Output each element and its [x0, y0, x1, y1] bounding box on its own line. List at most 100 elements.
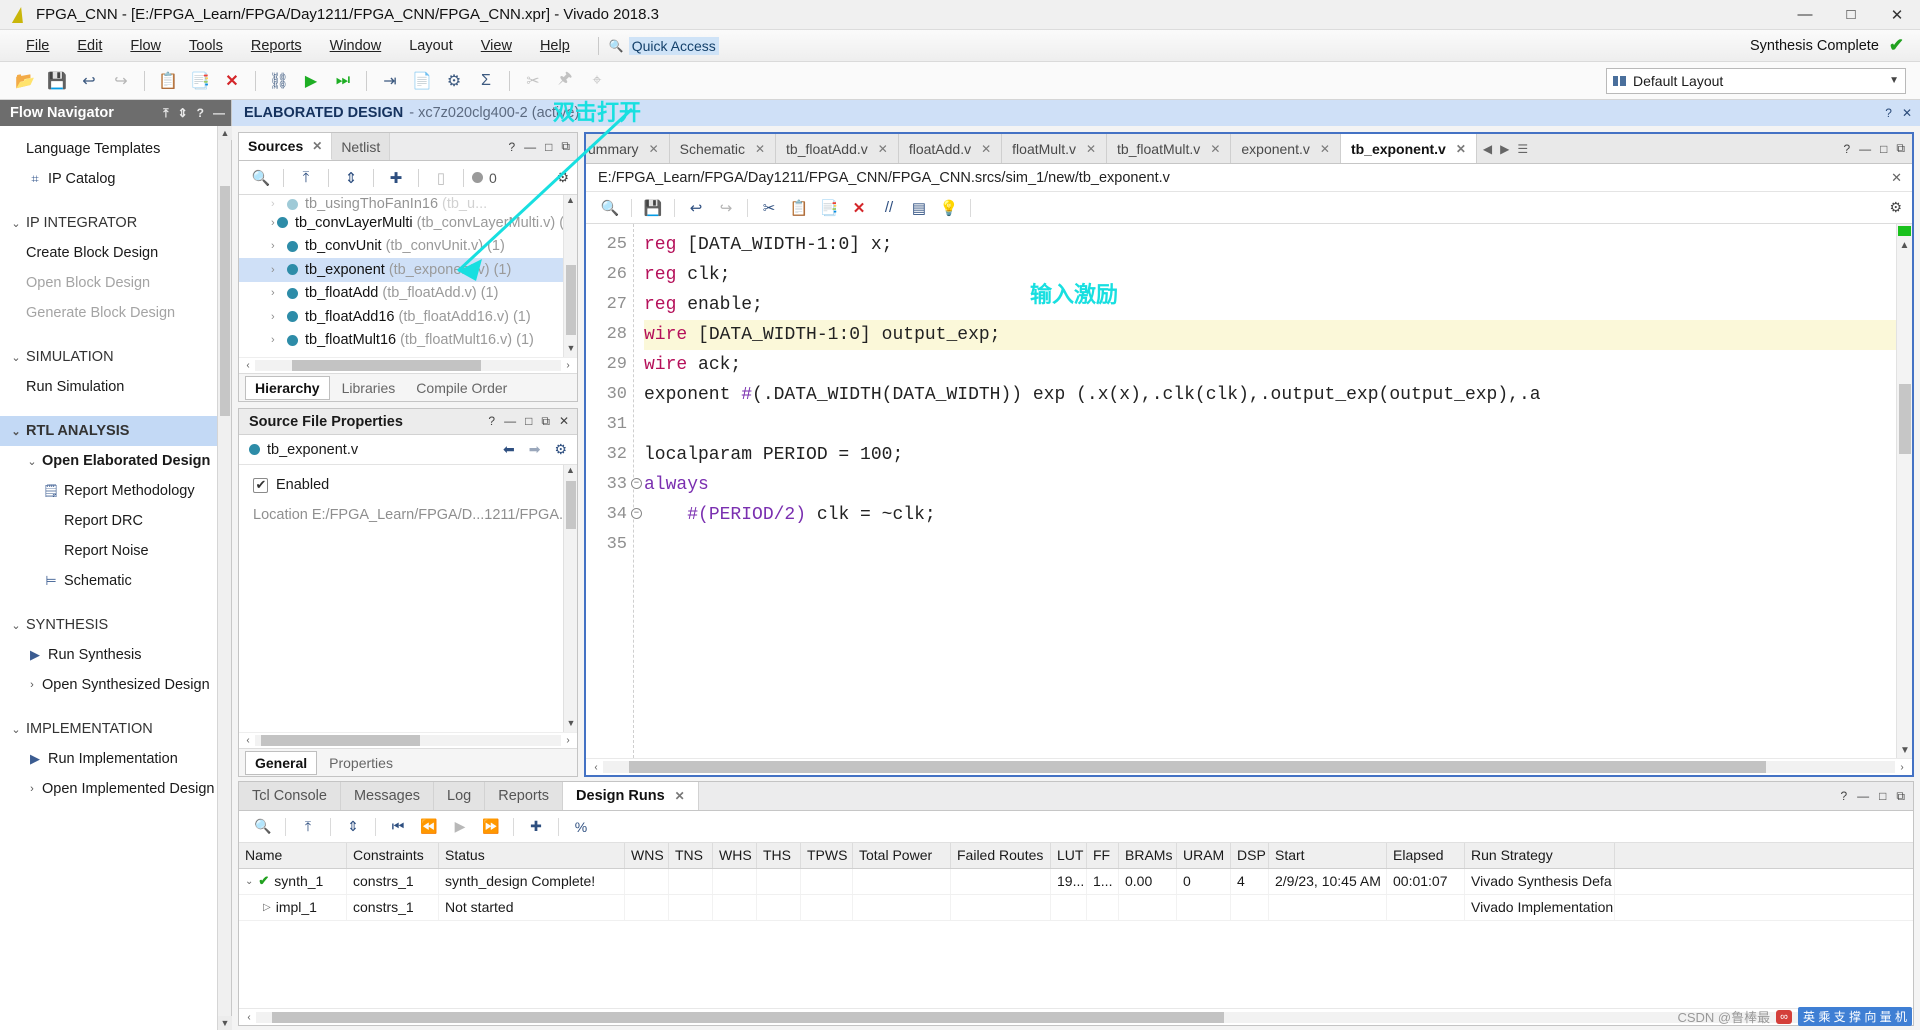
- scroll-down-icon[interactable]: ▼: [1897, 743, 1912, 758]
- close-button[interactable]: ✕: [1874, 0, 1920, 30]
- save-icon[interactable]: 💾: [42, 67, 72, 95]
- column-header-brams[interactable]: BRAMs: [1119, 843, 1177, 868]
- enabled-checkbox[interactable]: [253, 477, 268, 493]
- close-icon[interactable]: ✕: [1086, 142, 1096, 156]
- redo-icon[interactable]: ↪: [106, 67, 136, 95]
- tab-sources[interactable]: Sources ✕: [239, 133, 333, 160]
- scrollbar-thumb[interactable]: [291, 360, 482, 371]
- collapse-all-icon[interactable]: ⤒: [294, 814, 322, 840]
- scroll-left-icon[interactable]: ‹: [241, 735, 255, 746]
- run-icon[interactable]: ▶: [296, 67, 326, 95]
- column-header-status[interactable]: Status: [439, 843, 625, 868]
- tab-tcl-console[interactable]: Tcl Console: [239, 782, 341, 810]
- next-run-icon[interactable]: ⏩: [477, 814, 505, 840]
- help-icon[interactable]: ?: [508, 140, 515, 154]
- close-icon[interactable]: ✕: [1456, 142, 1466, 156]
- scrollbar-thumb[interactable]: [261, 735, 421, 746]
- tree-item-tb-exponent[interactable]: › tb_exponent (tb_exponent.v) (1): [239, 258, 577, 282]
- percent-icon[interactable]: %: [567, 814, 595, 840]
- tab-summary[interactable]: ummary ✕: [586, 134, 670, 163]
- close-icon[interactable]: ✕: [1902, 106, 1912, 120]
- code-line[interactable]: [644, 530, 1912, 560]
- scrollbar-thumb[interactable]: [628, 761, 1766, 773]
- tab-log[interactable]: Log: [434, 782, 486, 810]
- column-header-total-power[interactable]: Total Power: [853, 843, 951, 868]
- close-icon[interactable]: ✕: [1210, 142, 1220, 156]
- menu-tools[interactable]: Tools: [175, 35, 237, 57]
- search-icon[interactable]: 🔍: [249, 814, 277, 840]
- scroll-left-icon[interactable]: ‹: [242, 1012, 256, 1023]
- column-header-ths[interactable]: THS: [757, 843, 801, 868]
- column-header-dsp[interactable]: DSP: [1231, 843, 1269, 868]
- scrollbar-thumb[interactable]: [566, 481, 576, 529]
- quick-access-input[interactable]: Quick Access: [628, 36, 719, 55]
- help-icon[interactable]: ?: [1885, 106, 1892, 120]
- sidebar-item-report-drc[interactable]: Report DRC: [0, 506, 231, 536]
- close-icon[interactable]: ✕: [649, 142, 659, 156]
- first-run-icon[interactable]: ⏮: [384, 814, 412, 840]
- scrollbar-thumb[interactable]: [566, 265, 576, 335]
- tab-properties[interactable]: Properties: [320, 752, 402, 774]
- tab-exponent-v[interactable]: exponent.v ✕: [1231, 134, 1341, 163]
- open-project-icon[interactable]: 📂: [10, 67, 40, 95]
- save-icon[interactable]: 💾: [639, 195, 667, 221]
- hscrollbar-track[interactable]: [603, 761, 1895, 773]
- column-header-constraints[interactable]: Constraints: [347, 843, 439, 868]
- settings-gear-icon[interactable]: ⚙: [554, 441, 567, 458]
- minimize-panel-icon[interactable]: —: [504, 414, 516, 429]
- enabled-checkbox-row[interactable]: Enabled: [253, 477, 577, 493]
- menu-window[interactable]: Window: [316, 35, 396, 57]
- cell-name[interactable]: ▷ impl_1: [239, 895, 347, 920]
- paste-icon[interactable]: 📑: [815, 195, 843, 221]
- code-line-highlighted[interactable]: wire [DATA_WIDTH-1:0] output_exp;: [644, 320, 1912, 350]
- layout-selector[interactable]: Default Layout ▼: [1606, 67, 1906, 94]
- sidebar-section-synthesis[interactable]: ⌄ SYNTHESIS: [0, 610, 231, 640]
- help-icon[interactable]: ?: [1843, 142, 1850, 156]
- minimize-panel-icon[interactable]: —: [1859, 142, 1871, 156]
- help-icon[interactable]: ?: [1840, 789, 1847, 803]
- float-panel-icon[interactable]: ⧉: [1896, 141, 1905, 156]
- table-row[interactable]: › tb_floatMult16 (tb_floatMult16.v) (1): [239, 329, 577, 353]
- scroll-up-icon[interactable]: ▲: [218, 126, 232, 140]
- maximize-panel-icon[interactable]: □: [1879, 789, 1886, 803]
- tab-reports[interactable]: Reports: [485, 782, 564, 810]
- sidebar-item-open-synthesized-design[interactable]: › Open Synthesized Design: [0, 670, 231, 700]
- tab-libraries[interactable]: Libraries: [333, 377, 405, 399]
- float-panel-icon[interactable]: ⧉: [561, 139, 570, 154]
- design-runs-hscrollbar[interactable]: ‹ ›: [239, 1008, 1913, 1025]
- forward-icon[interactable]: ➡: [529, 441, 541, 458]
- table-row[interactable]: ⌄ ✔ synth_1 constrs_1 synth_design Compl…: [239, 869, 1913, 895]
- minimize-panel-icon[interactable]: —: [1857, 789, 1869, 803]
- report-icon[interactable]: 📄: [407, 67, 437, 95]
- maximize-button[interactable]: □: [1828, 0, 1874, 30]
- settings-gear-icon[interactable]: ⚙: [556, 169, 569, 186]
- expand-all-icon[interactable]: ⇕: [339, 814, 367, 840]
- run-icon[interactable]: ▶: [446, 814, 474, 840]
- column-header-whs[interactable]: WHS: [713, 843, 757, 868]
- column-header-run-strategy[interactable]: Run Strategy: [1465, 843, 1615, 868]
- float-panel-icon[interactable]: ⧉: [541, 414, 550, 429]
- run-step-icon[interactable]: ⏭: [328, 67, 358, 95]
- copy-icon[interactable]: 📋: [785, 195, 813, 221]
- sources-tree-scrollbar[interactable]: ▲ ▼: [563, 195, 577, 357]
- hscrollbar-track[interactable]: [255, 360, 561, 371]
- close-icon[interactable]: ✕: [675, 789, 685, 803]
- code-vscrollbar[interactable]: ▲ ▼: [1896, 224, 1912, 758]
- next-tab-icon[interactable]: ▶: [1500, 142, 1509, 156]
- column-header-tpws[interactable]: TPWS: [801, 843, 853, 868]
- scrollbar-thumb[interactable]: [272, 1011, 1224, 1023]
- sidebar-item-language-templates[interactable]: Language Templates: [0, 134, 231, 164]
- settings-gear-icon[interactable]: ⚙: [1889, 199, 1902, 216]
- sigma-icon[interactable]: Σ: [471, 67, 501, 95]
- tab-tb-floatmult-v[interactable]: tb_floatMult.v ✕: [1107, 134, 1232, 163]
- menu-reports[interactable]: Reports: [237, 35, 316, 57]
- menu-view[interactable]: View: [467, 35, 526, 57]
- minimize-panel-icon[interactable]: —: [213, 106, 225, 121]
- expand-all-icon[interactable]: ⇕: [178, 106, 188, 121]
- source-properties-scrollbar[interactable]: ▲ ▼: [563, 465, 577, 732]
- menu-help[interactable]: Help: [526, 35, 584, 57]
- delete-icon[interactable]: ✕: [217, 67, 247, 95]
- close-icon[interactable]: ✕: [1891, 170, 1912, 186]
- chevron-right-icon[interactable]: ›: [271, 334, 287, 346]
- scrollbar-thumb[interactable]: [1899, 384, 1911, 454]
